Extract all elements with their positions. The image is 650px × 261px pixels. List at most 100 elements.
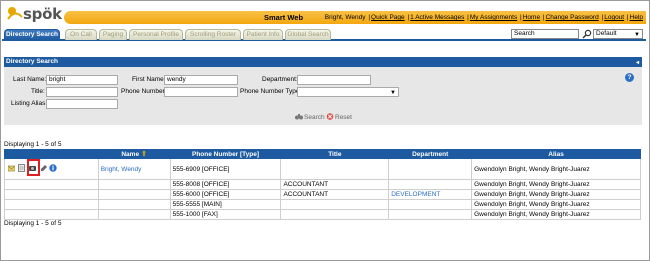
department-cell xyxy=(388,209,473,220)
search-button-label: Search xyxy=(304,114,325,121)
phone-cell: 555-1000 [FAX] xyxy=(169,209,282,220)
name-cell xyxy=(97,199,171,210)
phone-type-label: Phone Number Type: xyxy=(240,88,302,95)
global-search-input[interactable]: Search xyxy=(511,29,579,39)
row-actions-cell xyxy=(4,158,99,180)
department-cell[interactable]: DEVELOPMENT xyxy=(388,189,473,200)
title-column-header[interactable]: Title xyxy=(280,149,390,159)
search-button[interactable]: Search xyxy=(295,113,325,121)
tab-scrolling-roster[interactable]: Scrolling Roster xyxy=(185,29,241,40)
current-user: Bright, Wendy xyxy=(324,14,366,21)
row-actions-cell xyxy=(4,209,99,220)
edit-icon[interactable] xyxy=(40,164,47,172)
listing-alias-input[interactable] xyxy=(46,99,118,109)
tab-patient-info[interactable]: Patient Info xyxy=(243,29,283,40)
phone-column-header[interactable]: Phone Number [Type] xyxy=(169,149,282,159)
name-cell[interactable]: Bright, Wendy xyxy=(97,158,171,180)
help-icon[interactable]: ? xyxy=(625,73,634,82)
alias-cell: Gwendolyn Bright, Wendy Bright-Juarez xyxy=(471,158,641,180)
search-scope-select[interactable]: Default ▼ xyxy=(593,29,643,39)
title-cell: ACCOUNTANT xyxy=(280,179,390,190)
actions-column-header xyxy=(4,149,99,159)
listing-alias-label: Listing Alias: xyxy=(11,100,48,107)
collapse-icon[interactable]: ◂ xyxy=(636,58,639,68)
phone-number-label: Phone Number: xyxy=(121,88,167,95)
logo-text: spök xyxy=(23,5,62,23)
nav-quick-page[interactable]: Quick Page xyxy=(371,14,405,21)
title-input[interactable] xyxy=(46,87,118,97)
chevron-down-icon: ▼ xyxy=(390,90,396,96)
phone-cell: 555-8008 [OFFICE] xyxy=(169,179,282,190)
tab-on-call[interactable]: On Call xyxy=(65,29,97,40)
tab-bar: Directory Search On Call Paging Personal… xyxy=(2,28,646,41)
top-nav: Bright, Wendy |Quick Page |1 Active Mess… xyxy=(324,14,643,21)
nav-logout[interactable]: Logout xyxy=(604,14,624,21)
alias-cell: Gwendolyn Bright, Wendy Bright-Juarez xyxy=(471,189,641,200)
nav-active-messages[interactable]: 1 Active Messages xyxy=(410,14,464,21)
results-summary-top: Displaying 1 - 5 of 5 xyxy=(4,141,62,148)
mail-icon[interactable] xyxy=(8,164,15,172)
info-icon[interactable] xyxy=(49,164,57,172)
panel-title-text: Directory Search xyxy=(6,58,59,65)
spok-logo[interactable]: spök xyxy=(6,5,64,23)
search-scope-value: Default xyxy=(596,30,617,37)
results-summary-bottom: Displaying 1 - 5 of 5 xyxy=(4,220,62,227)
document-icon[interactable] xyxy=(18,164,25,172)
nav-help[interactable]: Help xyxy=(630,14,643,21)
name-cell xyxy=(97,209,171,220)
table-row: 555-1000 [FAX] Gwendolyn Bright, Wendy B… xyxy=(4,209,641,220)
name-cell xyxy=(97,189,171,200)
row-actions-cell xyxy=(4,199,99,210)
alias-cell: Gwendolyn Bright, Wendy Bright-Juarez xyxy=(471,209,641,220)
title-cell xyxy=(280,199,390,210)
nav-change-password[interactable]: Change Password xyxy=(546,14,599,21)
department-label: Department: xyxy=(262,76,298,83)
results-header-row: Name ⇑ Phone Number [Type] Title Departme… xyxy=(4,149,641,159)
title-cell xyxy=(280,158,390,180)
title-cell xyxy=(280,209,390,220)
tab-paging[interactable]: Paging xyxy=(99,29,127,40)
phone-cell: 555-6909 [OFFICE] xyxy=(169,158,282,180)
phone-type-select[interactable]: ▼ xyxy=(297,87,399,97)
binoculars-icon xyxy=(295,114,303,120)
name-column-header[interactable]: Name ⇑ xyxy=(97,149,171,159)
table-row: 555-5555 [MAIN] Gwendolyn Bright, Wendy … xyxy=(4,199,641,210)
reset-button[interactable]: Reset xyxy=(326,113,352,121)
title-label: Title: xyxy=(31,88,45,95)
table-row: 555-6000 [OFFICE] ACCOUNTANT DEVELOPMENT… xyxy=(4,189,641,200)
reset-button-label: Reset xyxy=(335,114,352,121)
first-name-label: First Name: xyxy=(132,76,166,83)
last-name-input[interactable]: bright xyxy=(46,75,118,85)
table-row: Bright, Wendy 555-6909 [OFFICE] Gwendoly… xyxy=(4,158,641,180)
department-input[interactable] xyxy=(297,75,371,85)
last-name-label: Last Name: xyxy=(13,76,47,83)
chevron-down-icon: ▼ xyxy=(634,32,640,38)
phone-number-input[interactable] xyxy=(164,87,238,97)
reset-icon xyxy=(326,113,334,120)
results-table: Name ⇑ Phone Number [Type] Title Departme… xyxy=(4,149,641,220)
first-name-input[interactable]: wendy xyxy=(164,75,238,85)
phone-cell: 555-6000 [OFFICE] xyxy=(169,189,282,200)
alias-cell: Gwendolyn Bright, Wendy Bright-Juarez xyxy=(471,199,641,210)
alias-column-header[interactable]: Alias xyxy=(471,149,641,159)
tab-global-search[interactable]: Global Search xyxy=(285,29,331,40)
department-column-header[interactable]: Department xyxy=(388,149,473,159)
sort-asc-icon: ⇑ xyxy=(141,151,147,158)
row-actions-cell xyxy=(4,189,99,200)
tab-personal-profile[interactable]: Personal Profile xyxy=(129,29,183,40)
phone-cell: 555-5555 [MAIN] xyxy=(169,199,282,210)
logo-swirl-icon xyxy=(7,7,23,20)
app-title: Smart Web xyxy=(264,13,304,22)
name-cell xyxy=(97,179,171,190)
row-actions-cell xyxy=(4,179,99,190)
nav-my-assignments[interactable]: My Assignments xyxy=(470,14,517,21)
search-icon[interactable] xyxy=(582,29,592,39)
department-cell xyxy=(388,158,473,180)
tab-directory-search[interactable]: Directory Search xyxy=(4,29,60,40)
nav-home[interactable]: Home xyxy=(523,14,540,21)
header: spök Smart Web Bright, Wendy |Quick Page… xyxy=(2,2,646,25)
title-cell: ACCOUNTANT xyxy=(280,189,390,200)
panel-title: Directory Search ◂ xyxy=(4,57,642,67)
department-cell xyxy=(388,179,473,190)
table-row: 555-8008 [OFFICE] ACCOUNTANT Gwendolyn B… xyxy=(4,179,641,190)
